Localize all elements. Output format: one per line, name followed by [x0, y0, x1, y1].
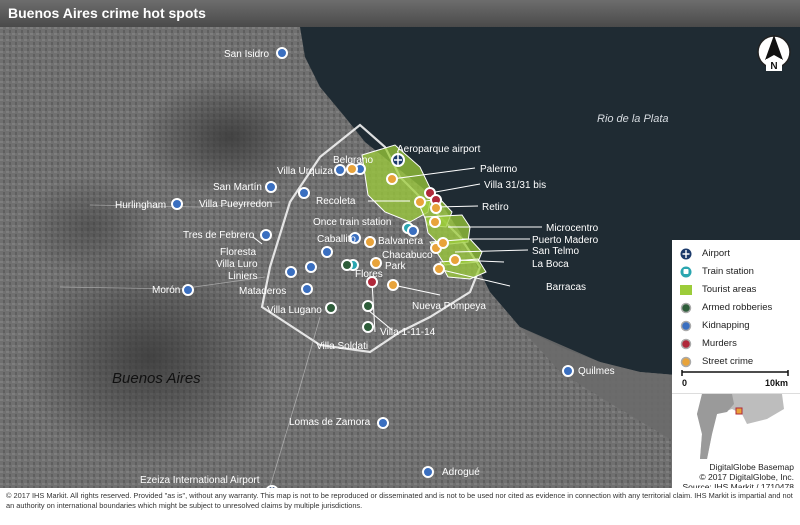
label-ezeiza: Ezeiza International Airport — [140, 475, 260, 486]
label-san-isidro: San Isidro — [224, 49, 269, 60]
marker-retiro-street[interactable] — [430, 202, 442, 214]
label-tres-de-febrero: Tres de Febrero — [183, 230, 255, 241]
credit-line-1: DigitalGlobe Basemap — [709, 462, 794, 472]
marker-chacabuco[interactable] — [370, 257, 382, 269]
label-floresta: Floresta — [220, 247, 257, 258]
label-balvanera: Balvanera — [378, 236, 423, 247]
dot-icon — [680, 338, 692, 350]
scale-bar: 0 10km — [680, 370, 790, 390]
marker-quilmes[interactable] — [562, 365, 574, 377]
dot-icon — [680, 302, 692, 314]
train-icon — [680, 266, 692, 278]
area-swatch-icon — [680, 285, 692, 295]
label-park: Park — [385, 261, 407, 272]
marker-flores-robbery[interactable] — [341, 259, 353, 271]
map-title: Buenos Aires crime hot spots — [0, 0, 800, 27]
marker-hurlingham[interactable] — [171, 198, 183, 210]
north-arrow: N — [756, 32, 792, 76]
marker-retiro[interactable] — [429, 216, 441, 228]
marker-villa-urquiza[interactable] — [334, 164, 346, 176]
marker-puerto-madero[interactable] — [437, 237, 449, 249]
label-microcentro: Microcentro — [546, 223, 599, 234]
marker-floresta[interactable] — [321, 246, 333, 258]
label-lomas-de-zamora: Lomas de Zamora — [289, 417, 371, 428]
label-villa-pueyrredon: Villa Pueyrredon — [199, 199, 272, 210]
airport-icon — [680, 248, 692, 260]
airport-aeroparque[interactable] — [391, 153, 405, 167]
marker-liniers[interactable] — [285, 266, 297, 278]
marker-villa-luro[interactable] — [305, 261, 317, 273]
label-villa-urquiza: Villa Urquiza — [277, 166, 333, 177]
label-liniers: Liniers — [228, 271, 257, 282]
marker-balvanera[interactable] — [364, 236, 376, 248]
marker-tres-de-febrero[interactable] — [260, 229, 272, 241]
scale-start: 0 — [682, 378, 687, 388]
marker-palermo[interactable] — [386, 173, 398, 185]
legend-label: Kidnapping — [702, 320, 750, 331]
label-mataderos: Mataderos — [239, 286, 286, 297]
label-villa-lugano: Villa Lugano — [267, 305, 322, 316]
label-puerto-madero: Puerto Madero — [532, 235, 599, 246]
label-palermo: Palermo — [480, 164, 518, 175]
marker-park[interactable] — [387, 279, 399, 291]
label-aeroparque: Aeroparque airport — [397, 144, 481, 155]
marker-villa-1-11-14[interactable] — [362, 300, 374, 312]
marker-recoleta[interactable] — [414, 196, 426, 208]
marker-once-kidnap[interactable] — [407, 225, 419, 237]
legend-label: Airport — [702, 248, 730, 259]
label-adrogue: Adrogué — [442, 467, 480, 478]
marker-mataderos[interactable] — [301, 283, 313, 295]
label-rio-de-la-plata: Rio de la Plata — [597, 113, 669, 125]
footer-disclaimer: © 2017 IHS Markit. All rights reserved. … — [0, 488, 800, 525]
marker-adrogue[interactable] — [422, 466, 434, 478]
label-moron: Morón — [152, 285, 180, 296]
label-la-boca: La Boca — [532, 259, 569, 270]
label-region-line: Buenos Aires — [112, 370, 201, 387]
marker-villa-soldati[interactable] — [362, 321, 374, 333]
marker-san-martin[interactable] — [265, 181, 277, 193]
marker-la-boca[interactable] — [433, 263, 445, 275]
dot-icon — [680, 320, 692, 332]
credit-line-2: © 2017 DigitalGlobe, Inc. — [699, 472, 794, 482]
label-hurlingham: Hurlingham — [115, 200, 166, 211]
inset-locator-box — [735, 407, 743, 415]
dot-icon — [680, 356, 692, 368]
marker-san-isidro[interactable] — [276, 47, 288, 59]
label-barracas: Barracas — [546, 282, 586, 293]
legend-label: Train station — [702, 266, 754, 277]
label-caballito: Caballito — [317, 234, 356, 245]
marker-villa-pueyrredon[interactable] — [298, 187, 310, 199]
legend-panel: Airport Train station Tourist areas Arme… — [672, 240, 800, 492]
legend-label: Armed robberies — [702, 302, 773, 313]
marker-lomas-de-zamora[interactable] — [377, 417, 389, 429]
label-san-telmo: San Telmo — [532, 246, 580, 257]
marker-san-telmo[interactable] — [449, 254, 461, 266]
label-belgrano: Belgrano — [333, 155, 373, 166]
label-flores: Flores — [355, 269, 383, 280]
label-villa-luro: Villa Luro — [216, 259, 258, 270]
locator-inset-map — [672, 393, 800, 459]
north-label: N — [770, 61, 777, 72]
legend-label: Tourist areas — [702, 284, 757, 295]
label-san-martin: San Martín — [213, 182, 262, 193]
marker-villa-lugano[interactable] — [325, 302, 337, 314]
label-recoleta: Recoleta — [316, 196, 356, 207]
label-quilmes: Quilmes — [578, 366, 615, 377]
marker-moron[interactable] — [182, 284, 194, 296]
label-once-station: Once train station — [313, 217, 391, 228]
label-villa-1-11-14: Villa 1-11-14 — [380, 327, 436, 338]
scale-end: 10km — [765, 378, 788, 388]
label-villa-31: Villa 31/31 bis — [484, 180, 546, 191]
legend-label: Murders — [702, 338, 737, 349]
label-buenos-aires-region: Buenos Aires — [112, 370, 201, 387]
legend-label: Street crime — [702, 356, 754, 367]
label-villa-soldati: Villa Soldati — [316, 341, 368, 352]
label-chacabuco: Chacabuco — [382, 250, 433, 261]
label-nueva-pompeya: Nueva Pompeya — [412, 301, 486, 312]
label-retiro: Retiro — [482, 202, 509, 213]
